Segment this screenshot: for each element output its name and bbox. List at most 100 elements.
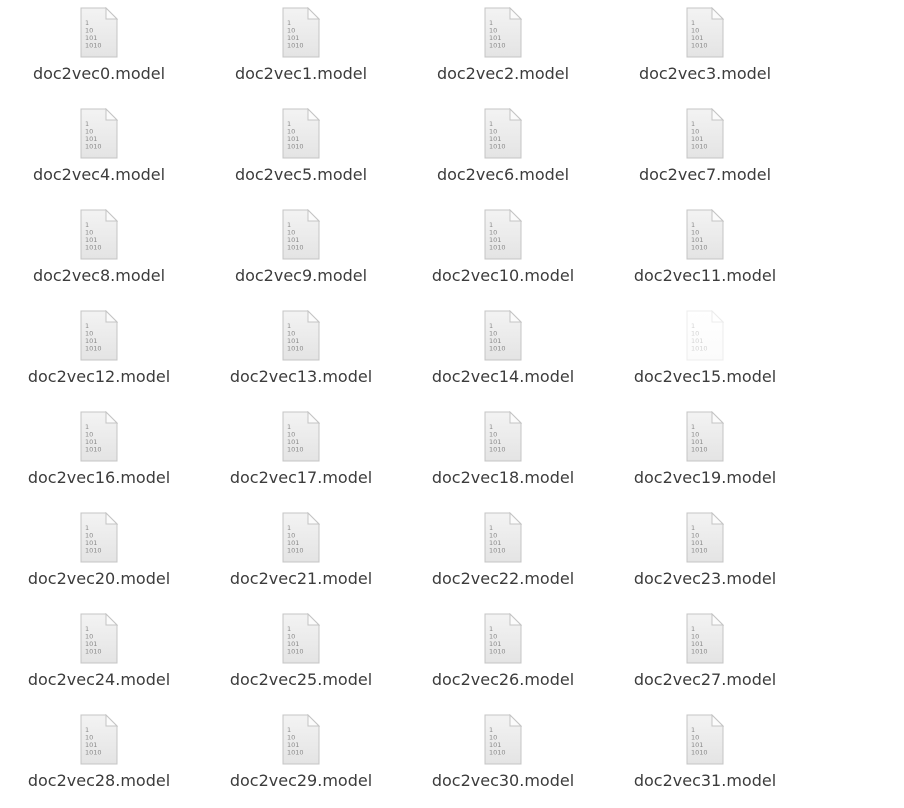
svg-text:1010: 1010 <box>691 244 708 252</box>
svg-text:1010: 1010 <box>691 749 708 757</box>
svg-text:1010: 1010 <box>287 648 304 656</box>
binary-file-icon[interactable]: 1 10 101 1010 <box>282 613 320 664</box>
file-item[interactable]: 1 10 101 1010 doc2vec11.model <box>610 202 800 298</box>
file-item[interactable]: 1 10 101 1010 doc2vec7.model <box>610 101 800 197</box>
file-item[interactable]: 1 10 101 1010 doc2vec2.model <box>408 0 598 96</box>
binary-file-icon[interactable]: 1 10 101 1010 <box>80 310 118 361</box>
binary-file-icon[interactable]: 1 10 101 1010 <box>686 7 724 58</box>
binary-file-icon[interactable]: 1 10 101 1010 <box>282 714 320 765</box>
binary-file-icon[interactable]: 1 10 101 1010 <box>484 7 522 58</box>
file-name-label: doc2vec25.model <box>229 670 373 689</box>
file-item[interactable]: 1 10 101 1010 doc2vec28.model <box>4 707 194 803</box>
file-name-label: doc2vec23.model <box>633 569 777 588</box>
binary-file-icon[interactable]: 1 10 101 1010 <box>282 512 320 563</box>
svg-text:1010: 1010 <box>85 42 102 50</box>
svg-text:1010: 1010 <box>85 749 102 757</box>
file-item[interactable]: 1 10 101 1010 doc2vec12.model <box>4 303 194 399</box>
file-item[interactable]: 1 10 101 1010 doc2vec5.model <box>206 101 396 197</box>
binary-file-icon[interactable]: 1 10 101 1010 <box>686 613 724 664</box>
binary-file-icon[interactable]: 1 10 101 1010 <box>484 209 522 260</box>
svg-text:1010: 1010 <box>489 345 506 353</box>
binary-file-icon[interactable]: 1 10 101 1010 <box>686 310 724 361</box>
svg-text:1010: 1010 <box>489 547 506 555</box>
binary-file-icon[interactable]: 1 10 101 1010 <box>80 714 118 765</box>
file-name-label: doc2vec19.model <box>633 468 777 487</box>
binary-file-icon[interactable]: 1 10 101 1010 <box>80 108 118 159</box>
binary-file-icon[interactable]: 1 10 101 1010 <box>686 209 724 260</box>
file-item[interactable]: 1 10 101 1010 doc2vec29.model <box>206 707 396 803</box>
file-item[interactable]: 1 10 101 1010 doc2vec23.model <box>610 505 800 601</box>
binary-file-icon[interactable]: 1 10 101 1010 <box>686 714 724 765</box>
file-item[interactable]: 1 10 101 1010 doc2vec0.model <box>4 0 194 96</box>
binary-file-icon[interactable]: 1 10 101 1010 <box>484 108 522 159</box>
file-item[interactable]: 1 10 101 1010 doc2vec17.model <box>206 404 396 500</box>
binary-file-icon[interactable]: 1 10 101 1010 <box>484 310 522 361</box>
svg-text:1010: 1010 <box>287 547 304 555</box>
svg-text:1010: 1010 <box>489 446 506 454</box>
binary-file-icon[interactable]: 1 10 101 1010 <box>484 714 522 765</box>
svg-text:1010: 1010 <box>691 345 708 353</box>
file-name-label: doc2vec29.model <box>229 771 373 790</box>
svg-text:1010: 1010 <box>691 446 708 454</box>
file-name-label: doc2vec7.model <box>638 165 772 184</box>
svg-text:1010: 1010 <box>691 143 708 151</box>
file-name-label: doc2vec21.model <box>229 569 373 588</box>
file-item[interactable]: 1 10 101 1010 doc2vec13.model <box>206 303 396 399</box>
binary-file-icon[interactable]: 1 10 101 1010 <box>282 310 320 361</box>
file-item[interactable]: 1 10 101 1010 doc2vec24.model <box>4 606 194 702</box>
binary-file-icon[interactable]: 1 10 101 1010 <box>80 411 118 462</box>
binary-file-icon[interactable]: 1 10 101 1010 <box>484 613 522 664</box>
file-item[interactable]: 1 10 101 1010 doc2vec25.model <box>206 606 396 702</box>
binary-file-icon[interactable]: 1 10 101 1010 <box>484 411 522 462</box>
file-item[interactable]: 1 10 101 1010 doc2vec18.model <box>408 404 598 500</box>
file-item[interactable]: 1 10 101 1010 doc2vec1.model <box>206 0 396 96</box>
svg-text:1010: 1010 <box>287 143 304 151</box>
file-name-label: doc2vec17.model <box>229 468 373 487</box>
file-item[interactable]: 1 10 101 1010 doc2vec27.model <box>610 606 800 702</box>
binary-file-icon[interactable]: 1 10 101 1010 <box>484 512 522 563</box>
file-name-label: doc2vec2.model <box>436 64 570 83</box>
svg-text:1010: 1010 <box>489 143 506 151</box>
file-item[interactable]: 1 10 101 1010 doc2vec16.model <box>4 404 194 500</box>
file-item[interactable]: 1 10 101 1010 doc2vec19.model <box>610 404 800 500</box>
file-item[interactable]: 1 10 101 1010 doc2vec21.model <box>206 505 396 601</box>
file-item[interactable]: 1 10 101 1010 doc2vec10.model <box>408 202 598 298</box>
file-name-label: doc2vec16.model <box>27 468 171 487</box>
binary-file-icon[interactable]: 1 10 101 1010 <box>282 411 320 462</box>
svg-text:1010: 1010 <box>489 749 506 757</box>
file-item[interactable]: 1 10 101 1010 doc2vec31.model <box>610 707 800 803</box>
file-item[interactable]: 1 10 101 1010 doc2vec30.model <box>408 707 598 803</box>
file-item[interactable]: 1 10 101 1010 doc2vec22.model <box>408 505 598 601</box>
file-item[interactable]: 1 10 101 1010 doc2vec14.model <box>408 303 598 399</box>
binary-file-icon[interactable]: 1 10 101 1010 <box>80 613 118 664</box>
binary-file-icon[interactable]: 1 10 101 1010 <box>686 108 724 159</box>
file-name-label: doc2vec14.model <box>431 367 575 386</box>
binary-file-icon[interactable]: 1 10 101 1010 <box>80 209 118 260</box>
file-name-label: doc2vec9.model <box>234 266 368 285</box>
binary-file-icon[interactable]: 1 10 101 1010 <box>282 108 320 159</box>
binary-file-icon[interactable]: 1 10 101 1010 <box>686 512 724 563</box>
binary-file-icon[interactable]: 1 10 101 1010 <box>282 209 320 260</box>
svg-text:1010: 1010 <box>85 244 102 252</box>
svg-text:1010: 1010 <box>287 749 304 757</box>
svg-text:1010: 1010 <box>85 446 102 454</box>
file-item[interactable]: 1 10 101 1010 doc2vec26.model <box>408 606 598 702</box>
file-icon-grid: 1 10 101 1010 doc2vec0.model 1 10 101 1010 doc2ve… <box>0 0 904 808</box>
file-item[interactable]: 1 10 101 1010 doc2vec9.model <box>206 202 396 298</box>
binary-file-icon[interactable]: 1 10 101 1010 <box>282 7 320 58</box>
file-name-label: doc2vec22.model <box>431 569 575 588</box>
file-name-label: doc2vec4.model <box>32 165 166 184</box>
file-item[interactable]: 1 10 101 1010 doc2vec15.model <box>610 303 800 399</box>
file-name-label: doc2vec12.model <box>27 367 171 386</box>
file-item[interactable]: 1 10 101 1010 doc2vec6.model <box>408 101 598 197</box>
file-item[interactable]: 1 10 101 1010 doc2vec4.model <box>4 101 194 197</box>
svg-text:1010: 1010 <box>691 547 708 555</box>
file-item[interactable]: 1 10 101 1010 doc2vec20.model <box>4 505 194 601</box>
binary-file-icon[interactable]: 1 10 101 1010 <box>80 7 118 58</box>
binary-file-icon[interactable]: 1 10 101 1010 <box>686 411 724 462</box>
binary-file-icon[interactable]: 1 10 101 1010 <box>80 512 118 563</box>
svg-text:1010: 1010 <box>691 648 708 656</box>
file-item[interactable]: 1 10 101 1010 doc2vec8.model <box>4 202 194 298</box>
file-item[interactable]: 1 10 101 1010 doc2vec3.model <box>610 0 800 96</box>
svg-text:1010: 1010 <box>489 648 506 656</box>
